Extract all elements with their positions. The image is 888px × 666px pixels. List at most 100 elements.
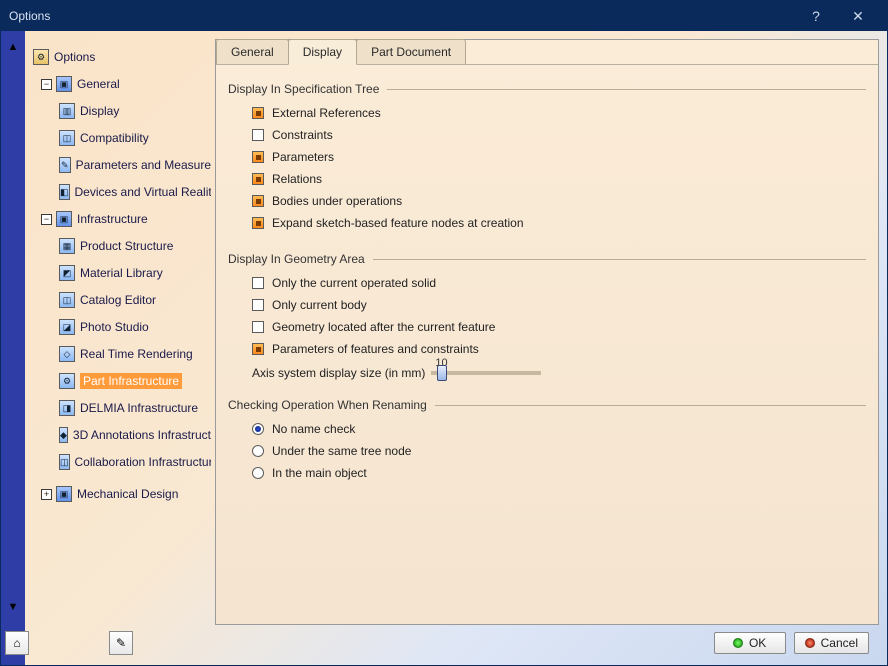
tree-item-compatibility[interactable]: ◫ Compatibility [59,127,211,149]
reset-button[interactable]: ⌂ [5,631,29,655]
gear-icon: ⚙ [59,373,75,389]
titlebar: Options ? ✕ [1,1,887,31]
cancel-button[interactable]: Cancel [794,632,869,654]
checkbox-icon[interactable] [252,129,264,141]
opt-label: No name check [272,422,355,436]
tree-item-catalog-editor[interactable]: ◫Catalog Editor [59,289,211,311]
dialog-body: ▲ ▼ ⚙ Options − ▣ General ▥ Display ◫ Comp… [1,31,887,665]
tree-item-delmia[interactable]: ◨DELMIA Infrastructure [59,397,211,419]
radio-icon[interactable] [252,445,264,457]
radio-icon[interactable] [252,467,264,479]
tree-item-3d-annotations[interactable]: ◆ 3D Annotations Infrastructure [59,424,211,446]
opt-label: Parameters [272,150,334,164]
tree-item-photo-studio[interactable]: ◪Photo Studio [59,316,211,338]
tree-item-display[interactable]: ▥ Display [59,100,211,122]
tree-item-part-infrastructure[interactable]: ⚙ Part Infrastructure [59,370,211,392]
checkbox-icon[interactable] [252,299,264,311]
axis-size-row: Axis system display size (in mm) 10 [252,366,866,380]
checkbox-icon[interactable] [252,217,264,229]
opt-label: Parameters of features and constraints [272,342,479,356]
window-title: Options [9,9,795,23]
radio-icon[interactable] [252,423,264,435]
export-button[interactable]: ✎ [109,631,133,655]
tree-label: Display [80,104,119,118]
checkbox-icon[interactable] [252,195,264,207]
tree-root-options[interactable]: ⚙ Options [33,46,211,68]
tree-label: Collaboration Infrastructure [75,455,211,469]
tree-item-devices[interactable]: ◧Devices and Virtual Reality [59,181,211,203]
checkbox-icon[interactable] [252,151,264,163]
opt-only-current-solid[interactable]: Only the current operated solid [252,272,866,294]
material-icon: ◩ [59,265,75,281]
section-geom: Display In Geometry Area [228,252,866,266]
section-rename: Checking Operation When Renaming [228,398,866,412]
opt-no-name-check[interactable]: No name check [252,418,866,440]
tree-label: Infrastructure [77,212,148,226]
ok-led-icon [733,638,743,648]
annot-icon: ◆ [59,427,68,443]
tab-general[interactable]: General [216,39,289,64]
slider-thumb[interactable] [437,365,447,381]
checkbox-icon[interactable] [252,343,264,355]
tree-label: Catalog Editor [80,293,156,307]
tree-item-realtime-rendering[interactable]: ◇ Real Time Rendering [59,343,211,365]
opt-label: Constraints [272,128,333,142]
opt-expand-sketch[interactable]: Expand sketch-based feature nodes at cre… [252,212,866,234]
tree-root-label: Options [54,50,95,64]
tab-part-document[interactable]: Part Document [356,39,466,64]
display-icon: ▥ [59,103,75,119]
opt-relations[interactable]: Relations [252,168,866,190]
tree-scroll-up[interactable]: ▲ [5,39,21,55]
tree-label: Product Structure [80,239,173,253]
opt-label: Only current body [272,298,367,312]
folder-icon: ▣ [56,76,72,92]
compat-icon: ◫ [59,130,75,146]
tree-label: Part Infrastructure [80,373,182,389]
tree-label: Mechanical Design [77,487,178,501]
axis-size-slider[interactable]: 10 [431,371,541,375]
opt-geom-after-feature[interactable]: Geometry located after the current featu… [252,316,866,338]
tree-label: Real Time Rendering [80,347,193,361]
tree-item-material-library[interactable]: ◩Material Library [59,262,211,284]
checkbox-icon[interactable] [252,173,264,185]
cancel-label: Cancel [821,636,858,650]
tree-group-infrastructure[interactable]: − ▣ Infrastructure [41,208,211,230]
opt-parameters[interactable]: Parameters [252,146,866,168]
tree-item-parameters[interactable]: ✎Parameters and Measure [59,154,211,176]
checkbox-icon[interactable] [252,107,264,119]
tree-label: DELMIA Infrastructure [80,401,198,415]
opt-main-object[interactable]: In the main object [252,462,866,484]
opt-constraints[interactable]: Constraints [252,124,866,146]
render-icon: ◇ [59,346,75,362]
ok-button[interactable]: OK [714,632,786,654]
tree-label: 3D Annotations Infrastructure [73,428,211,442]
mech-icon: ▣ [56,486,72,502]
tree-scroll-down[interactable]: ▼ [5,599,21,615]
checkbox-icon[interactable] [252,321,264,333]
close-button[interactable]: ✕ [837,2,879,31]
collapse-icon[interactable]: − [41,214,52,225]
options-window: Options ? ✕ ▲ ▼ ⚙ Options − ▣ General [0,0,888,666]
cancel-led-icon [805,638,815,648]
collapse-icon[interactable]: − [41,79,52,90]
tree-group-mechanical[interactable]: + ▣ Mechanical Design [41,483,211,505]
opt-param-features[interactable]: Parameters of features and constraints [252,338,866,360]
opt-bodies-under-ops[interactable]: Bodies under operations [252,190,866,212]
opt-same-tree-node[interactable]: Under the same tree node [252,440,866,462]
help-button[interactable]: ? [795,2,837,31]
opt-external-refs[interactable]: External References [252,102,866,124]
checkbox-icon[interactable] [252,277,264,289]
tree-item-collaboration[interactable]: ◫Collaboration Infrastructure [59,451,211,473]
tree-item-product-structure[interactable]: ▦Product Structure [59,235,211,257]
opt-label: Geometry located after the current featu… [272,320,495,334]
expand-icon[interactable]: + [41,489,52,500]
tree-group-general[interactable]: − ▣ General [41,73,211,95]
tree-pane: ⚙ Options − ▣ General ▥ Display ◫ Compatib… [25,31,211,665]
tab-display[interactable]: Display [288,39,357,65]
param-icon: ✎ [59,157,71,173]
opt-only-current-body[interactable]: Only current body [252,294,866,316]
tree-label: Compatibility [80,131,149,145]
section-spec-tree: Display In Specification Tree [228,82,866,96]
content-pane: General Display Part Document Display In… [211,31,887,665]
opt-label: Only the current operated solid [272,276,436,290]
